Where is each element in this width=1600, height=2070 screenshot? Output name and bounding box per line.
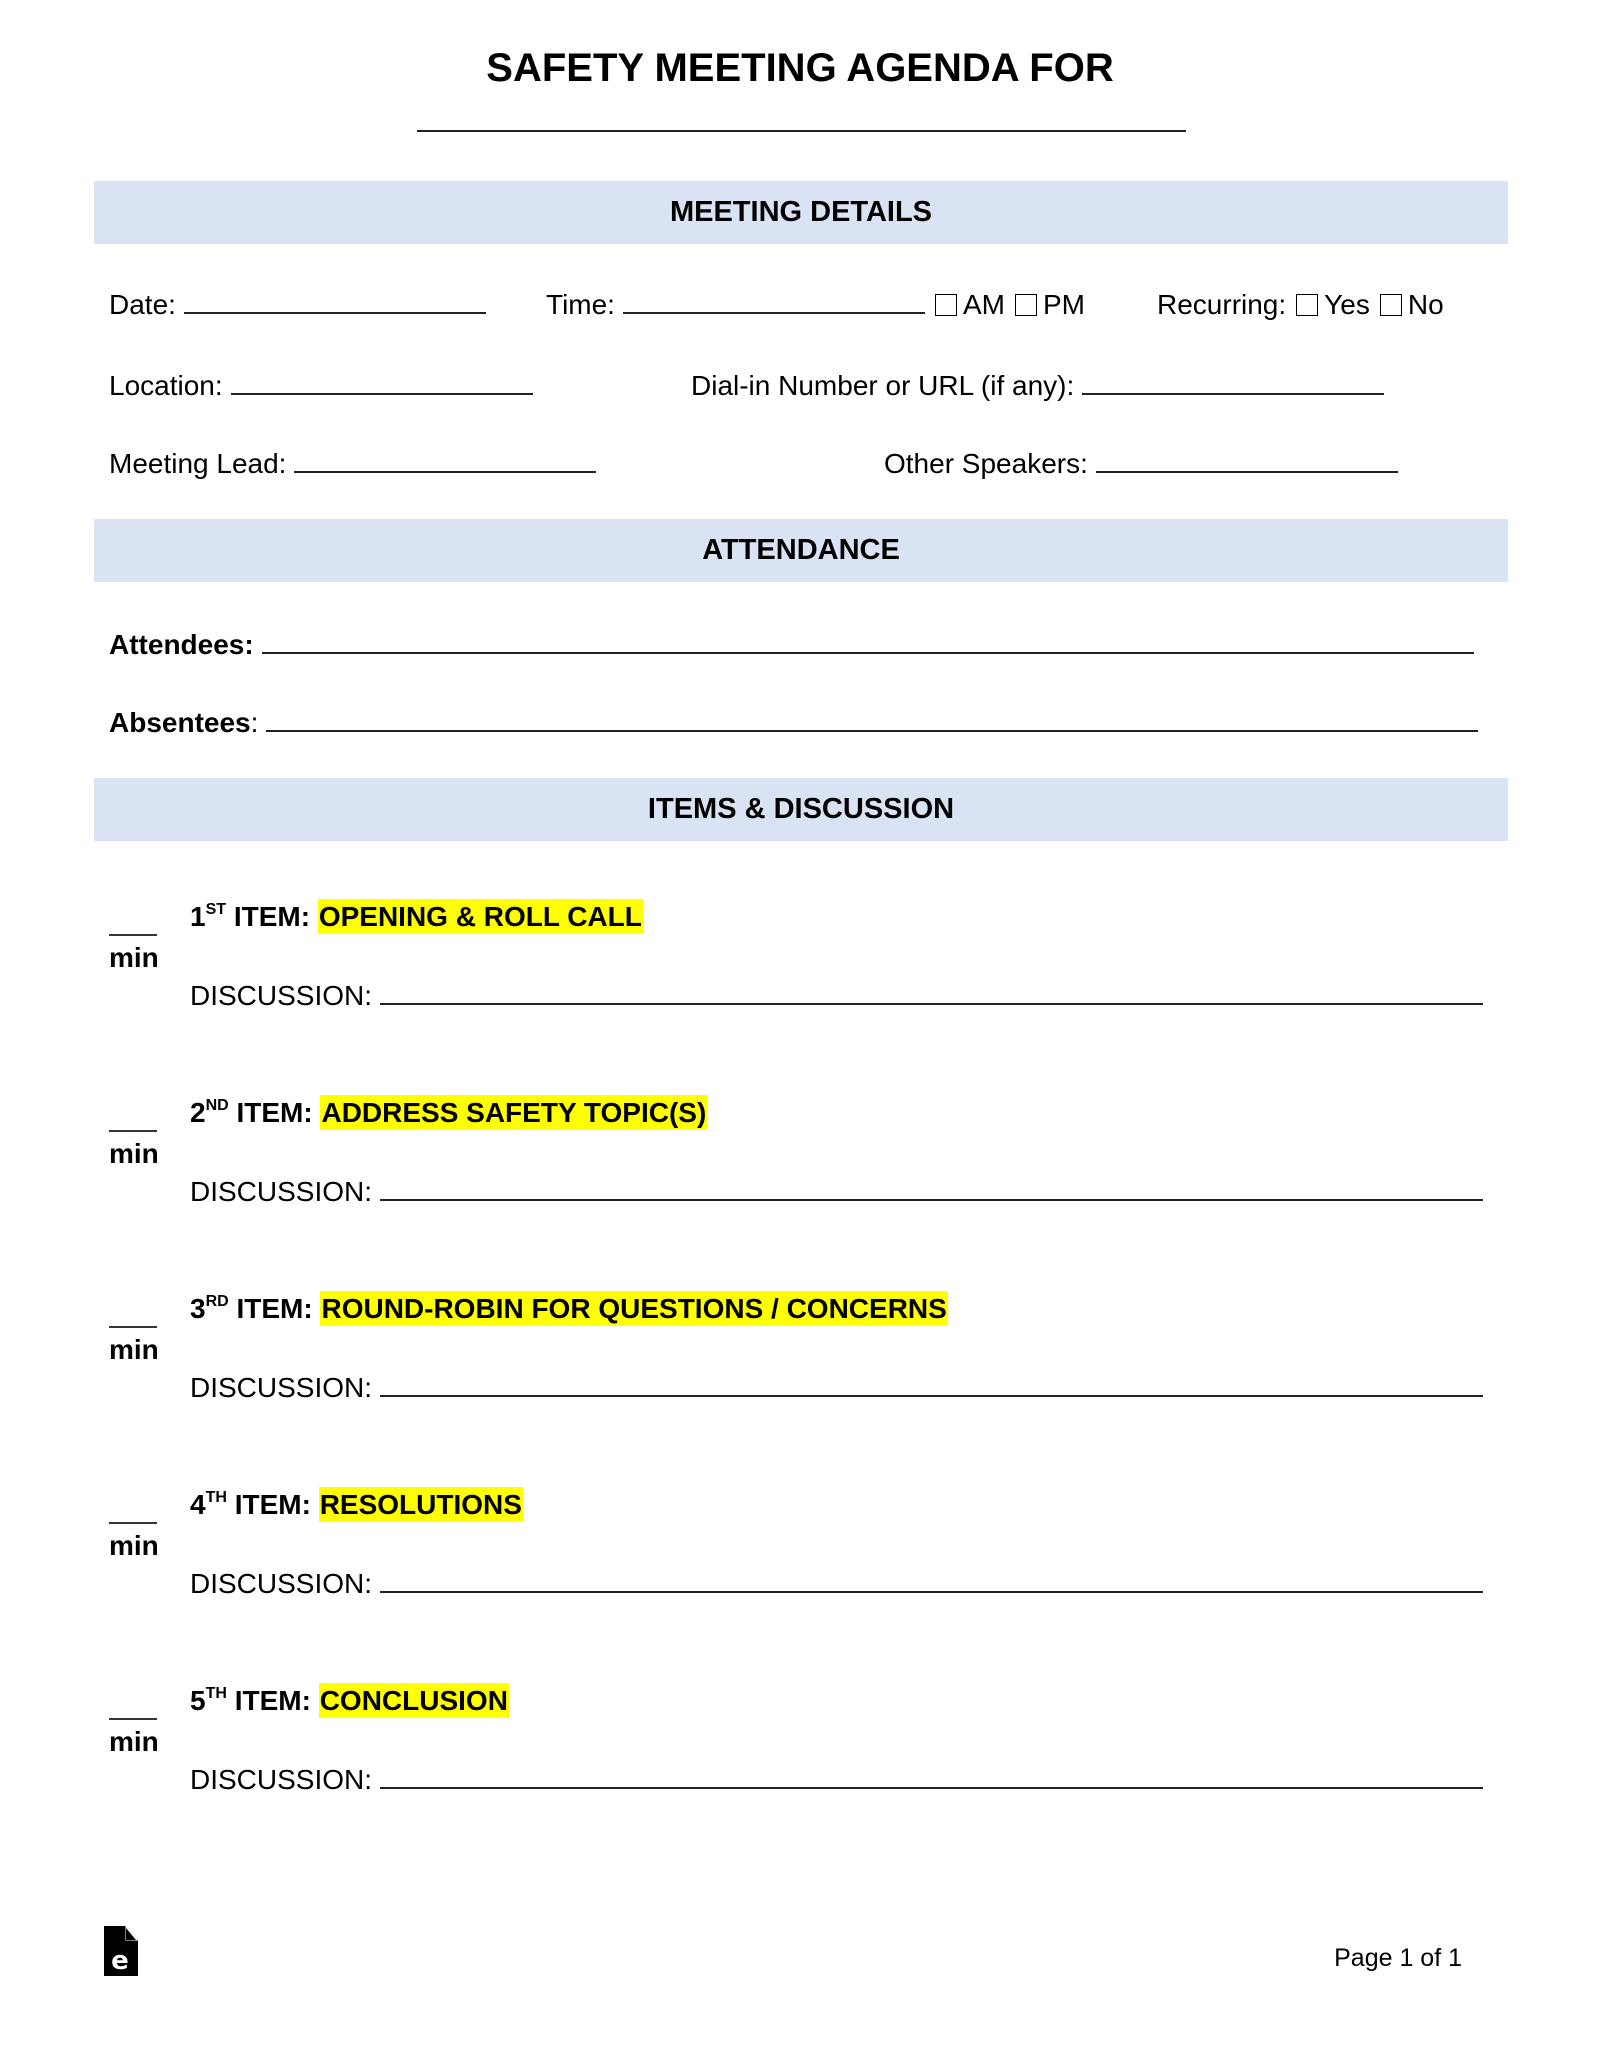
recurring-label: Recurring: (1157, 289, 1287, 320)
item-min-label: min (109, 1138, 159, 1169)
date-field: Date: (109, 288, 486, 322)
item-discussion-input[interactable] (380, 979, 1484, 1005)
recurring-yes-checkbox[interactable] (1296, 294, 1319, 316)
am-checkbox[interactable] (934, 294, 957, 316)
am-label: AM (962, 289, 1005, 320)
title-blank-line[interactable] (417, 130, 1186, 132)
item-min-label: min (109, 1726, 159, 1757)
dialin-label: Dial-in Number or URL (if any): (691, 370, 1075, 401)
item-heading: 3RD ITEM: ROUND-ROBIN FOR QUESTIONS / CO… (190, 1291, 948, 1326)
item-discussion-label: DISCUSSION: (190, 980, 373, 1011)
time-label: Time: (546, 289, 615, 320)
item-topic: OPENING & ROLL CALL (317, 899, 643, 934)
item-topic: ADDRESS SAFETY TOPIC(S) (320, 1095, 708, 1130)
item-minutes-field (109, 1306, 157, 1333)
item-min-label: min (109, 942, 159, 973)
location-label: Location: (109, 370, 223, 401)
item-minutes-field (109, 914, 157, 941)
date-input[interactable] (183, 288, 486, 314)
recurring-no-checkbox[interactable] (1379, 294, 1402, 316)
item-discussion-field: DISCUSSION: (190, 1175, 1484, 1209)
item-label: ITEM: (234, 1489, 311, 1520)
other-speakers-field: Other Speakers: (884, 447, 1398, 481)
meeting-lead-field: Meeting Lead: (109, 447, 597, 481)
item-ordinal-suffix: TH (205, 1489, 227, 1506)
meeting-lead-input[interactable] (294, 447, 597, 473)
item-discussion-label: DISCUSSION: (190, 1764, 373, 1795)
section-header-items-discussion: ITEMS & DISCUSSION (94, 778, 1508, 841)
document-title: SAFETY MEETING AGENDA FOR (486, 46, 1114, 90)
attendees-input[interactable] (261, 628, 1474, 654)
item-discussion-label: DISCUSSION: (190, 1568, 373, 1599)
item-minutes-input[interactable] (109, 1110, 157, 1132)
item-number: 1 (190, 901, 206, 932)
eforms-logo-icon: e (104, 1926, 138, 1976)
item-heading: 5TH ITEM: CONCLUSION (190, 1683, 509, 1718)
item-discussion-field: DISCUSSION: (190, 1371, 1484, 1405)
item-topic: CONCLUSION (318, 1683, 509, 1718)
item-heading: 4TH ITEM: RESOLUTIONS (190, 1487, 523, 1522)
absentees-field: Absentees: (109, 706, 1479, 740)
item-ordinal-suffix: TH (205, 1685, 227, 1702)
item-min-label: min (109, 1530, 159, 1561)
location-input[interactable] (230, 369, 533, 395)
item-minutes-input[interactable] (109, 1306, 157, 1328)
item-minutes-field (109, 1110, 157, 1137)
date-label: Date: (109, 289, 176, 320)
item-discussion-input[interactable] (380, 1175, 1484, 1201)
item-label: ITEM: (234, 1685, 311, 1716)
item-number: 2 (190, 1097, 206, 1128)
item-number: 5 (190, 1685, 206, 1716)
item-discussion-field: DISCUSSION: (190, 979, 1484, 1013)
item-minutes-input[interactable] (109, 1698, 157, 1720)
item-discussion-input[interactable] (380, 1763, 1484, 1789)
item-discussion-label: DISCUSSION: (190, 1176, 373, 1207)
item-discussion-label: DISCUSSION: (190, 1372, 373, 1403)
pm-label: PM (1042, 289, 1085, 320)
section-header-attendance: ATTENDANCE (94, 519, 1508, 582)
dialin-field: Dial-in Number or URL (if any): (691, 369, 1385, 403)
meeting-lead-label: Meeting Lead: (109, 448, 287, 479)
absentees-input[interactable] (266, 706, 1479, 732)
item-minutes-input[interactable] (109, 1502, 157, 1524)
pm-checkbox[interactable] (1014, 294, 1037, 316)
time-input[interactable] (622, 288, 925, 314)
page-number: Page 1 of 1 (1334, 1944, 1462, 1972)
item-ordinal-suffix: ND (205, 1097, 229, 1114)
item-label: ITEM: (236, 1293, 313, 1324)
item-topic: ROUND-ROBIN FOR QUESTIONS / CONCERNS (320, 1291, 948, 1326)
time-field: Time: AM PM (546, 288, 1085, 322)
item-minutes-input[interactable] (109, 914, 157, 936)
item-label: ITEM: (233, 901, 311, 932)
item-minutes-field (109, 1698, 157, 1725)
item-number: 3 (190, 1293, 206, 1324)
location-field: Location: (109, 369, 533, 403)
item-discussion-input[interactable] (380, 1567, 1484, 1593)
item-discussion-input[interactable] (380, 1371, 1484, 1397)
item-min-label: min (109, 1334, 159, 1365)
item-discussion-field: DISCUSSION: (190, 1567, 1484, 1601)
recurring-no-label: No (1407, 289, 1444, 320)
absentees-colon: : (250, 707, 259, 738)
other-speakers-input[interactable] (1095, 447, 1398, 473)
item-minutes-field (109, 1502, 157, 1529)
item-ordinal-suffix: RD (205, 1293, 229, 1310)
item-heading: 1ST ITEM: OPENING & ROLL CALL (190, 899, 643, 934)
recurring-field: Recurring: Yes No (1157, 288, 1444, 322)
item-heading: 2ND ITEM: ADDRESS SAFETY TOPIC(S) (190, 1095, 708, 1130)
absentees-label: Absentees (109, 707, 251, 738)
other-speakers-label: Other Speakers: (884, 448, 1088, 479)
item-topic: RESOLUTIONS (318, 1487, 523, 1522)
item-discussion-field: DISCUSSION: (190, 1763, 1484, 1797)
svg-text:e: e (111, 1946, 129, 1976)
section-header-meeting-details: MEETING DETAILS (94, 181, 1508, 244)
item-ordinal-suffix: ST (205, 901, 227, 918)
item-number: 4 (190, 1489, 206, 1520)
attendees-label: Attendees: (109, 629, 254, 660)
attendees-field: Attendees: (109, 628, 1474, 662)
item-label: ITEM: (236, 1097, 313, 1128)
recurring-yes-label: Yes (1324, 289, 1370, 320)
dialin-input[interactable] (1082, 369, 1385, 395)
